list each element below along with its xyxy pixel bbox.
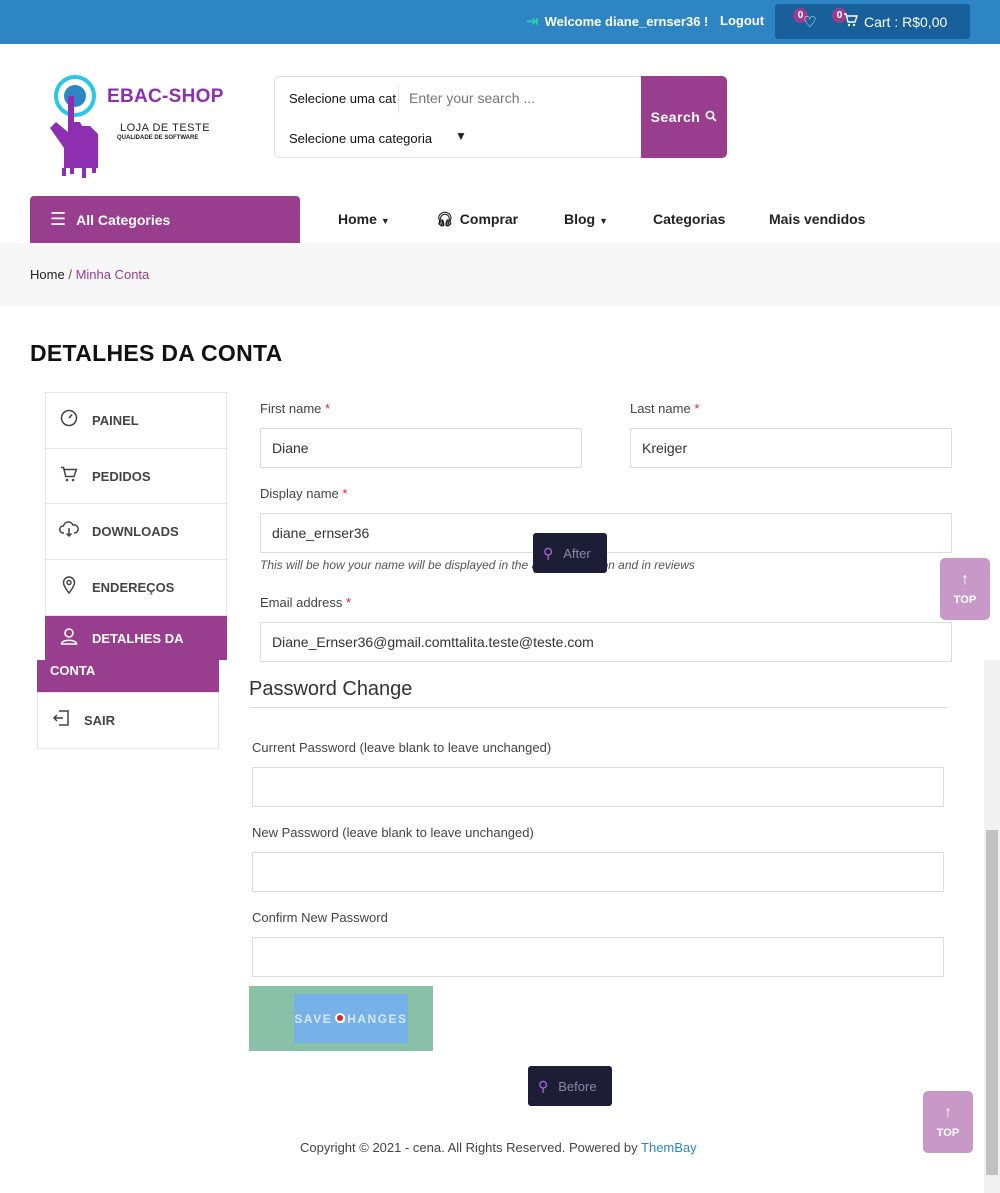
email-label: Email address * [260, 595, 352, 610]
account-nav-detalhes-conta-continued[interactable]: CONTA [37, 660, 219, 692]
caret-down-icon: ▼ [599, 216, 609, 226]
menu-icon: ☰ [50, 209, 67, 229]
nav-item-comprar[interactable]: 🎧︎ Comprar [436, 211, 518, 228]
logo[interactable]: EBAC-SHOP LOJA DE TESTE QUALIDADE DE SOF… [40, 70, 230, 180]
cart-icon[interactable] [843, 13, 858, 30]
category-select[interactable]: Selecione uma categoria [289, 131, 432, 146]
confirm-password-label: Confirm New Password [252, 910, 388, 925]
tooltip-after: ⚲ After [533, 533, 607, 573]
top-bar: ⇥ Welcome diane_ernser36 ! Logout 0 ♡ 0 … [0, 0, 1000, 44]
back-to-top-button[interactable]: ↑ TOP [940, 558, 990, 620]
search-button-label: Search [650, 109, 701, 125]
current-password-field[interactable] [252, 767, 944, 807]
account-nav-detalhes-conta[interactable]: DETALHES DA [45, 616, 227, 660]
back-to-top-button[interactable]: ↑ TOP [923, 1091, 973, 1153]
arrow-up-icon: ↑ [944, 1104, 952, 1121]
new-password-label: New Password (leave blank to leave uncha… [252, 825, 534, 840]
search-input[interactable] [409, 85, 639, 111]
arrow-up-icon: ↑ [961, 571, 969, 588]
logo-hand-icon [50, 75, 98, 178]
tooltip-before: ⚲ Before [528, 1066, 612, 1106]
all-categories-label: All Categories [76, 211, 171, 228]
last-name-field[interactable] [630, 428, 952, 468]
account-nav-painel[interactable]: PAINEL [45, 392, 227, 449]
display-name-hint: This will be how your name will be displ… [260, 558, 695, 572]
nav-item-categorias[interactable]: Categorias [653, 211, 725, 227]
breadcrumb-current: Minha Conta [75, 267, 150, 282]
account-nav-enderecos[interactable]: ENDEREÇOS [45, 559, 227, 616]
display-name-label: Display name * [260, 486, 348, 501]
cart-total[interactable]: Cart : R$0,00 [864, 14, 947, 30]
email-field[interactable] [260, 622, 952, 662]
divider [398, 85, 399, 113]
welcome-message: ⇥ Welcome diane_ernser36 ! [526, 12, 708, 30]
current-password-label: Current Password (leave blank to leave u… [252, 740, 552, 755]
scrollbar-thumb[interactable] [986, 830, 998, 1175]
search-box: Selecione uma cat Selecione uma categori… [274, 76, 727, 158]
cart-box[interactable]: 0 ♡ 0 Cart : R$0,00 [775, 4, 970, 39]
breadcrumb: Home / Minha Conta [0, 243, 1000, 306]
confirm-password-field[interactable] [252, 937, 944, 977]
caret-down-icon: ▼ [380, 216, 390, 226]
thembay-link[interactable]: ThemBay [641, 1140, 697, 1155]
category-select-short[interactable]: Selecione uma cat [289, 91, 396, 106]
last-name-label: Last name * [630, 401, 700, 416]
click-marker [335, 1013, 345, 1023]
login-icon: ⇥ [526, 13, 539, 30]
search-icon [705, 109, 717, 125]
breadcrumb-separator: / [68, 267, 72, 282]
all-categories-button[interactable]: ☰ All Categories [30, 196, 300, 243]
logo-tagline: QUALIDADE DE SOFTWARE [117, 135, 199, 141]
password-change-title: Password Change [249, 678, 413, 700]
account-nav-downloads[interactable]: DOWNLOADS [45, 503, 227, 560]
caret-down-icon[interactable]: ▼ [455, 129, 467, 143]
cart-icon [58, 466, 80, 487]
search-button[interactable]: Search [641, 76, 727, 158]
divider [249, 707, 947, 708]
copyright: Copyright © 2021 - cena. All Rights Rese… [300, 1140, 697, 1155]
heart-icon[interactable]: ♡ [803, 13, 816, 31]
first-name-field[interactable] [260, 428, 582, 468]
account-nav-pedidos[interactable]: PEDIDOS [45, 448, 227, 504]
user-icon [58, 627, 80, 650]
headset-icon: 🎧︎ [436, 211, 454, 227]
pin-icon: ⚲ [543, 544, 554, 561]
logo-title: EBAC-SHOP [107, 86, 224, 107]
cloud-download-icon [58, 521, 80, 542]
logo-subtitle: LOJA DE TESTE [120, 122, 211, 134]
page-title: DETALHES DA CONTA [30, 340, 283, 366]
logout-link[interactable]: Logout [720, 13, 764, 28]
welcome-text: Welcome diane_ernser36 ! [544, 13, 709, 29]
dashboard-icon [58, 409, 80, 432]
save-changes-button[interactable]: SAVE CHANGES [294, 994, 408, 1043]
new-password-field[interactable] [252, 852, 944, 892]
first-name-label: First name * [260, 401, 331, 416]
location-pin-icon [58, 576, 80, 599]
pin-icon: ⚲ [538, 1077, 549, 1094]
logout-icon [50, 709, 72, 732]
breadcrumb-home[interactable]: Home [30, 267, 65, 282]
nav-item-home[interactable]: Home ▼ [338, 211, 390, 227]
nav-item-mais-vendidos[interactable]: Mais vendidos [769, 211, 865, 227]
account-nav-sair[interactable]: SAIR [37, 692, 219, 749]
nav-item-blog[interactable]: Blog ▼ [564, 211, 608, 227]
